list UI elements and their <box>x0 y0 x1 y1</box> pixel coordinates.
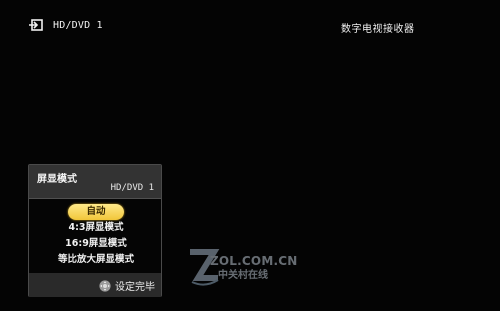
footer-hint-text: 设定完毕 <box>115 282 155 293</box>
menu-options-list: 自动 4:3屏显模式 16:9屏显模式 等比放大屏显模式 <box>29 199 161 273</box>
device-name: 数字电视接收器 <box>341 24 415 35</box>
menu-title: 屏显模式 <box>37 174 77 185</box>
menu-header: 屏显模式 HD/DVD 1 <box>29 165 161 199</box>
watermark: ZOL.COM.CN 中关村在线 <box>188 248 318 288</box>
option-auto[interactable]: 自动 <box>68 204 124 220</box>
input-source-indicator: HD/DVD 1 <box>29 19 103 31</box>
source-label: HD/DVD 1 <box>53 19 103 31</box>
option-16-9[interactable]: 16:9屏显模式 <box>29 237 163 251</box>
tv-screen: HD/DVD 1 数字电视接收器 屏显模式 HD/DVD 1 自动 4:3屏显模… <box>0 0 500 311</box>
watermark-cn: 中关村在线 <box>218 270 268 281</box>
menu-footer: 设定完毕 <box>29 273 161 297</box>
option-zoom[interactable]: 等比放大屏显模式 <box>29 253 163 267</box>
input-icon <box>29 19 43 31</box>
option-4-3[interactable]: 4:3屏显模式 <box>29 221 163 235</box>
dpad-icon <box>99 279 111 292</box>
menu-source-label: HD/DVD 1 <box>110 183 154 193</box>
confirm-hint: 设定完毕 <box>99 278 155 293</box>
display-mode-menu: 屏显模式 HD/DVD 1 自动 4:3屏显模式 16:9屏显模式 等比放大屏显… <box>28 164 162 297</box>
